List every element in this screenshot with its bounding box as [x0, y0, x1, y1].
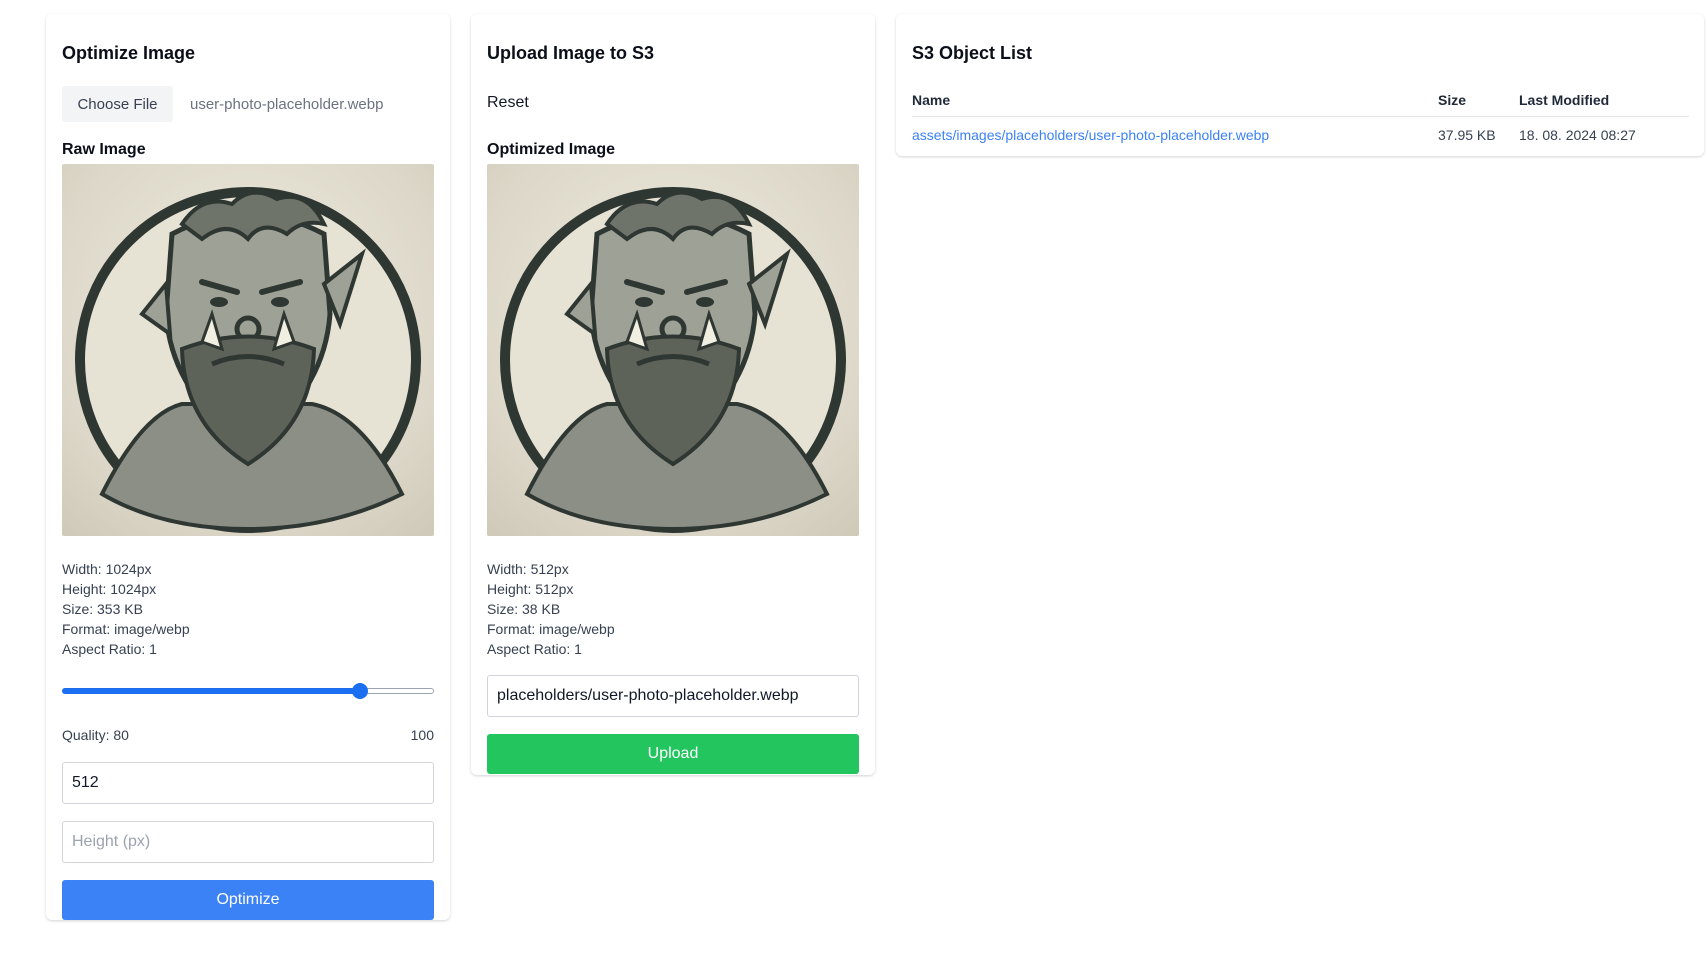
- s3-object-table: Name Size Last Modified assets/images/pl…: [912, 84, 1689, 154]
- optimized-height: Height: 512px: [487, 581, 574, 597]
- s3-object-list-title: S3 Object List: [912, 43, 1033, 63]
- object-modified-cell: 18. 08. 2024 08:27: [1519, 127, 1636, 144]
- s3-path-input[interactable]: [487, 675, 859, 717]
- optimized-width: Width: 512px: [487, 561, 569, 577]
- optimized-image-metadata: Width: 512px Height: 512px Size: 38 KB F…: [487, 559, 615, 659]
- object-name-cell: assets/images/placeholders/user-photo-pl…: [912, 116, 1438, 154]
- choose-file-button[interactable]: Choose File: [62, 86, 173, 122]
- quality-max-label: 100: [410, 727, 434, 743]
- raw-image-title: Raw Image: [62, 141, 146, 158]
- table-row: assets/images/placeholders/user-photo-pl…: [912, 116, 1689, 154]
- raw-aspect-ratio: Aspect Ratio: 1: [62, 641, 157, 657]
- upload-image-title: Upload Image to S3: [487, 43, 655, 63]
- quality-labels: Quality: 80 100: [62, 727, 434, 743]
- raw-width: Width: 1024px: [62, 561, 152, 577]
- optimize-image-card: Optimize Image Choose File user-photo-pl…: [46, 14, 450, 920]
- upload-image-card: Upload Image to S3 Reset Optimized Image…: [471, 14, 875, 775]
- orc-portrait-image: [500, 187, 846, 533]
- optimized-aspect-ratio: Aspect Ratio: 1: [487, 641, 582, 657]
- file-picker: Choose File user-photo-placeholder.webp: [62, 86, 383, 122]
- orc-portrait-image: [75, 187, 421, 533]
- optimized-size: Size: 38 KB: [487, 601, 561, 617]
- quality-slider-fill: [62, 688, 360, 694]
- object-link[interactable]: assets/images/placeholders/user-photo-pl…: [912, 127, 1269, 143]
- table-header-row: Name Size Last Modified: [912, 84, 1689, 117]
- optimize-image-title: Optimize Image: [62, 43, 196, 63]
- raw-size: Size: 353 KB: [62, 601, 143, 617]
- optimized-image-title: Optimized Image: [487, 141, 616, 158]
- object-size-cell: 37.95 KB: [1438, 127, 1496, 144]
- quality-slider[interactable]: [62, 683, 434, 699]
- column-header-name: Name: [912, 84, 1438, 117]
- width-input[interactable]: [62, 762, 434, 804]
- raw-image-metadata: Width: 1024px Height: 1024px Size: 353 K…: [62, 559, 190, 659]
- height-input[interactable]: [62, 821, 434, 863]
- column-header-last-modified: Last Modified: [1519, 84, 1689, 117]
- raw-height: Height: 1024px: [62, 581, 157, 597]
- raw-format: Format: image/webp: [62, 621, 190, 637]
- column-header-size: Size: [1438, 84, 1519, 117]
- quality-label: Quality: 80: [62, 727, 129, 743]
- quality-slider-thumb[interactable]: [352, 683, 368, 699]
- optimized-format: Format: image/webp: [487, 621, 615, 637]
- optimize-button[interactable]: Optimize: [62, 880, 434, 920]
- s3-object-list-card: S3 Object List Name Size Last Modified a…: [896, 14, 1704, 156]
- raw-image-preview: [62, 164, 434, 536]
- reset-button[interactable]: Reset: [487, 94, 529, 112]
- selected-file-name: user-photo-placeholder.webp: [190, 95, 384, 113]
- optimized-image-preview: [487, 164, 859, 536]
- upload-button[interactable]: Upload: [487, 734, 859, 774]
